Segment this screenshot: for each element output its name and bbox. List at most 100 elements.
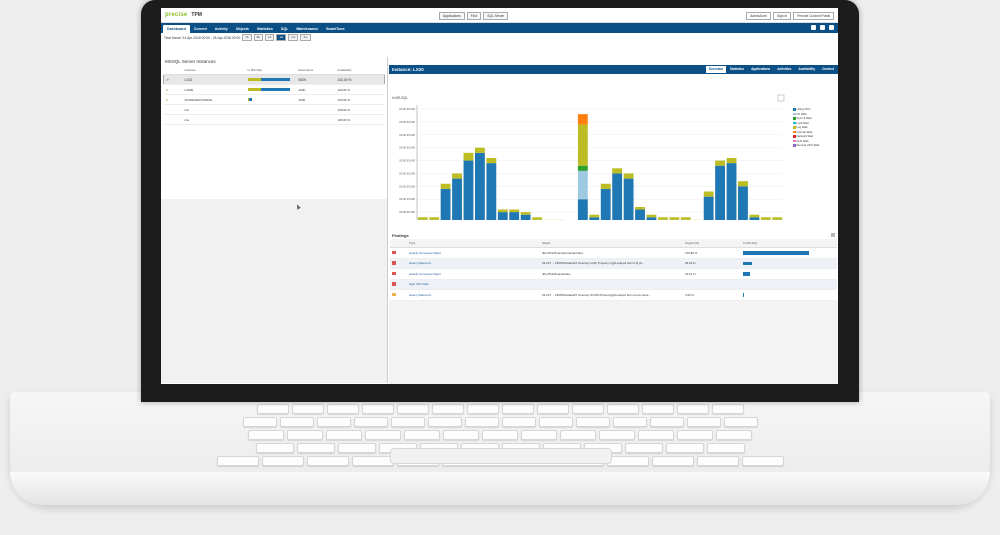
key <box>431 404 464 414</box>
instance-row[interactable]: n/a 100.00 % <box>163 114 385 125</box>
zoom-1w-button[interactable]: 1w <box>276 34 287 41</box>
tab-context[interactable]: Context <box>819 66 837 73</box>
col-executions[interactable]: Executions <box>296 66 336 75</box>
refresh-icon[interactable] <box>820 25 825 30</box>
chart-bar-segment <box>452 173 462 179</box>
severity-icon <box>390 289 407 301</box>
instance-name[interactable]: SOURCEINSTANCE <box>182 94 246 105</box>
key <box>696 456 739 466</box>
col-instance[interactable]: Instance <box>182 66 246 75</box>
instance-row[interactable]: ➚ LX500 400K 100.00 % <box>163 84 385 95</box>
col-findings-in-mssql[interactable]: In MS-SQL <box>741 239 837 248</box>
print-icon[interactable] <box>829 25 834 30</box>
instance-row[interactable]: n/a 100.00 % <box>163 104 385 115</box>
chart-bar-segment <box>738 181 748 187</box>
executions-value: 400K <box>296 84 336 95</box>
col-type[interactable]: Type <box>407 239 540 248</box>
adminzone-button[interactable]: AdminZone <box>746 12 771 20</box>
chart-bar-segment <box>589 214 600 218</box>
in-mssql-bar <box>245 84 297 95</box>
legend-swatch <box>793 121 796 124</box>
chart-bar-segment <box>463 152 474 161</box>
legend-label: Internal Wait <box>796 129 813 134</box>
finding-row[interactable]: Heavily Accessed Object dbo.PS125.sandInd… <box>390 268 837 280</box>
key <box>677 430 713 440</box>
timeframe-label: Time frame: 24-Apr-2018 00:00 - 25-Apr-2… <box>164 35 241 40</box>
chart-bar-segment <box>715 165 726 220</box>
chart-bar-segment <box>520 212 531 215</box>
zoom-1h-button[interactable]: 1h <box>242 34 252 41</box>
tab-applications[interactable]: Applications <box>748 66 773 73</box>
key <box>287 430 323 440</box>
key <box>716 430 752 440</box>
finding-type[interactable]: Heavily Accessed Object <box>407 268 540 280</box>
chart-bar-segment <box>623 173 634 179</box>
top-right-buttons: AdminZone Sign In Precise Custom Portal <box>746 12 834 20</box>
technology-select[interactable]: SQL Server <box>483 12 509 20</box>
chart-bar-segment <box>600 183 611 189</box>
finding-type[interactable]: High CPU Rate <box>407 279 540 290</box>
finding-bar <box>741 279 837 290</box>
finding-object: 22-16T ... FROM RelatedIX Inventory LI(H… <box>540 258 683 269</box>
key <box>612 417 647 427</box>
top-bar: precise TPM Applications Find SQL Server… <box>161 8 838 23</box>
finding-row[interactable]: Heavy Statement 22-16T ... FROM RelatedIX… <box>390 258 837 269</box>
tab-maintenance[interactable]: Maintenance <box>292 25 322 33</box>
tab-activities[interactable]: Activities <box>774 66 794 73</box>
instance-row[interactable]: ➚ SOURCEINSTANCE 2000 100.00 % <box>163 94 385 105</box>
findings-menu-icon[interactable] <box>831 233 835 237</box>
find-select[interactable]: Find <box>466 12 482 20</box>
col-object[interactable]: Object <box>540 239 683 248</box>
key <box>261 456 304 466</box>
zoom-1m-button[interactable]: 1m <box>288 34 299 41</box>
zoom-3m-button[interactable]: 3m <box>300 34 311 41</box>
key <box>326 404 359 414</box>
home-icon[interactable] <box>811 25 816 30</box>
finding-type[interactable]: Heavy Statement <box>407 258 540 269</box>
key <box>353 417 388 427</box>
key <box>443 430 479 440</box>
instance-row[interactable]: ➚ LX20 500K 100.00 % <box>163 74 385 85</box>
tab-activity[interactable]: Activity <box>211 25 232 33</box>
tab-smarttune[interactable]: SmartTune <box>322 25 349 33</box>
zoom-6h-button[interactable]: 6h <box>253 34 263 41</box>
finding-type[interactable]: Heavily Accessed Object <box>407 247 540 259</box>
key <box>686 417 721 427</box>
col-in-mssql[interactable]: In MS-SQL <box>245 66 297 75</box>
key <box>575 417 610 427</box>
instance-name[interactable]: LX500 <box>182 84 246 95</box>
y-tick-label: 00:00:15.000 <box>399 184 415 188</box>
sign-in-button[interactable]: Sign In <box>772 12 792 20</box>
col-impact[interactable]: Impact (%) <box>683 239 741 248</box>
zoom-1d-button[interactable]: 1d <box>264 34 275 41</box>
tab-statistics[interactable]: Statistics <box>253 25 277 33</box>
finding-bar <box>741 258 837 269</box>
tab-dashboard[interactable]: Dashboard <box>163 25 190 33</box>
tab-availability[interactable]: Availability <box>795 66 818 73</box>
tab-overview[interactable]: Overview <box>705 66 726 73</box>
instance-name[interactable]: LX20 <box>182 74 246 85</box>
chart-bar-segment <box>440 183 451 189</box>
key <box>306 456 349 466</box>
finding-row[interactable]: Heavy Statement 22-16T ... FROM RelatedIX… <box>390 289 837 301</box>
finding-row[interactable]: Heavily Accessed Object dbo.PS125.sandCom… <box>390 247 837 259</box>
instance-name[interactable]: n/a <box>182 104 246 115</box>
findings-panel: Findings Type Object Impact (%) In MS-SQ… <box>389 231 838 301</box>
tab-statistics[interactable]: Statistics <box>727 66 747 73</box>
tab-sql[interactable]: SQL <box>277 25 292 33</box>
col-availability[interactable]: Availability <box>335 66 385 75</box>
key <box>291 404 324 414</box>
applications-select[interactable]: Applications <box>439 12 465 20</box>
legend-swatch <box>793 130 796 133</box>
tab-objects[interactable]: Objects <box>232 25 253 33</box>
instance-name[interactable]: n/a <box>182 114 246 125</box>
tab-current[interactable]: Current <box>190 25 211 33</box>
legend-item[interactable]: Remote CPU Wait <box>793 143 819 148</box>
app-screen: precise TPM Applications Find SQL Server… <box>161 8 838 384</box>
finding-row[interactable]: High CPU Rate <box>390 279 837 290</box>
custom-portal-button[interactable]: Precise Custom Portal <box>793 12 834 20</box>
chart-bar-segment <box>623 178 634 220</box>
key <box>599 430 635 440</box>
finding-type[interactable]: Heavy Statement <box>407 289 540 301</box>
legend-label: Lock Wait <box>796 120 809 125</box>
